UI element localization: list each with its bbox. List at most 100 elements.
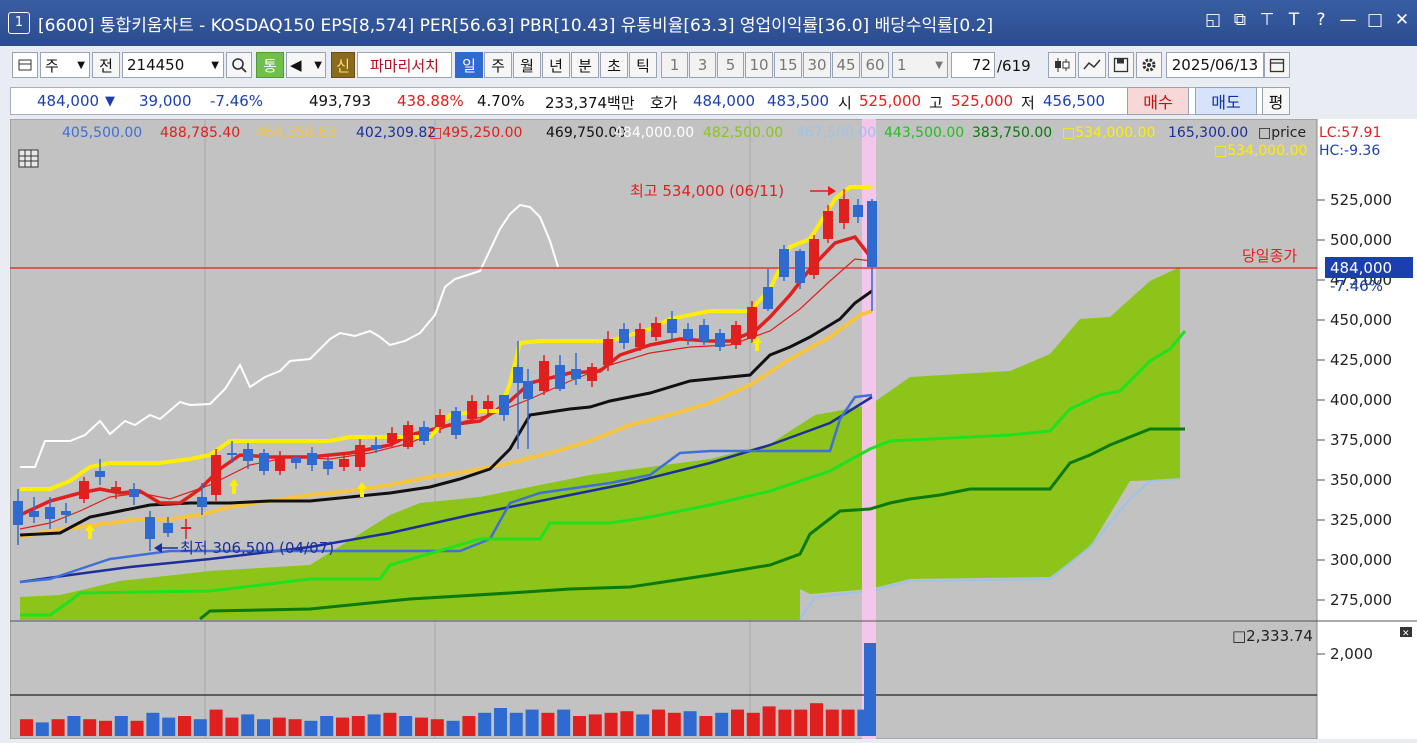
period-month-tab[interactable]: 월 bbox=[513, 52, 541, 78]
candle-body bbox=[571, 369, 581, 379]
font-icon[interactable]: T bbox=[1285, 10, 1303, 30]
volume-bar bbox=[794, 709, 808, 736]
high-label: 고 bbox=[929, 94, 943, 112]
period-second-tab[interactable]: 초 bbox=[600, 52, 628, 78]
line-tool-icon[interactable] bbox=[1078, 52, 1106, 78]
candle-body bbox=[667, 319, 677, 333]
title-bar: 1 [6600] 통합키움차트 - KOSDAQ150 EPS[8,574] P… bbox=[0, 0, 1417, 46]
minute-60-button[interactable]: 60 bbox=[861, 52, 889, 78]
axis-tick-label: 350,000 bbox=[1330, 471, 1392, 489]
current-pct-tag: -7.46% bbox=[1330, 277, 1383, 295]
volume-bar bbox=[20, 719, 33, 736]
chart-list-icon[interactable] bbox=[18, 149, 39, 168]
all-button[interactable]: 전 bbox=[92, 52, 120, 78]
close-icon[interactable]: ✕ bbox=[1393, 10, 1411, 30]
volume-bar bbox=[114, 716, 128, 736]
integrated-button[interactable]: 통 bbox=[256, 52, 284, 78]
search-icon[interactable] bbox=[226, 52, 252, 78]
calendar-icon[interactable] bbox=[1264, 52, 1290, 78]
volume-bar bbox=[604, 712, 618, 736]
volume-bar bbox=[320, 716, 334, 736]
period-year-tab[interactable]: 년 bbox=[542, 52, 570, 78]
sound-icon[interactable]: ◀︎ ▼ bbox=[286, 52, 326, 78]
volume-bar bbox=[573, 716, 586, 736]
period-minute-tab[interactable]: 분 bbox=[571, 52, 599, 78]
candle-body bbox=[129, 489, 139, 497]
minute-10-button[interactable]: 10 bbox=[745, 52, 773, 78]
volume-bar bbox=[652, 709, 665, 736]
volume-bar bbox=[272, 717, 286, 736]
volume-bar bbox=[509, 712, 523, 736]
candle-body bbox=[291, 457, 301, 463]
candle-body bbox=[513, 367, 523, 383]
price-chart[interactable]: 405,500.00 488,785.40 464,358.63 402,309.82… bbox=[9, 118, 1417, 740]
new-badge[interactable]: 신 bbox=[331, 52, 355, 78]
candle-body bbox=[211, 455, 221, 495]
volume-bar bbox=[415, 717, 428, 736]
candle-body bbox=[95, 471, 105, 477]
date-input[interactable]: 2025/06/13 bbox=[1166, 52, 1264, 78]
chart-area[interactable]: 405,500.00 488,785.40 464,358.63 402,309.82… bbox=[9, 118, 1417, 740]
volume-bar bbox=[288, 719, 302, 736]
volume-bar bbox=[99, 720, 112, 736]
candle-body bbox=[323, 461, 333, 469]
tile-icon[interactable]: ⧉ bbox=[1231, 10, 1249, 30]
candle-body bbox=[523, 381, 533, 399]
candle-body bbox=[699, 325, 709, 341]
candle-body bbox=[307, 453, 317, 465]
minute-15-button[interactable]: 15 bbox=[774, 52, 802, 78]
speaker-icon: ◀︎ bbox=[290, 56, 302, 74]
save-icon[interactable] bbox=[1108, 52, 1134, 78]
lc-value: LC:57.91 bbox=[1319, 125, 1381, 141]
candle-body bbox=[181, 527, 191, 529]
market-select[interactable]: 주 ▼ bbox=[40, 52, 90, 78]
minimize-icon[interactable]: — bbox=[1339, 10, 1357, 30]
volume-bar bbox=[746, 712, 760, 736]
axis-tick-label: 450,000 bbox=[1330, 311, 1392, 329]
period-day-tab[interactable]: 일 bbox=[455, 52, 483, 78]
period-tick-tab[interactable]: 틱 bbox=[629, 52, 657, 78]
pin-icon[interactable]: ⊤ bbox=[1258, 10, 1276, 30]
minute-30-button[interactable]: 30 bbox=[803, 52, 831, 78]
candle-body bbox=[853, 205, 863, 217]
legend-value: 467,500.00 bbox=[796, 125, 876, 141]
volume-bar bbox=[304, 720, 318, 736]
volume-bar bbox=[620, 711, 634, 736]
stock-code-value: 214450 bbox=[127, 56, 185, 74]
legend-value: 383,750.00 bbox=[972, 125, 1052, 141]
minute-5-button[interactable]: 5 bbox=[717, 52, 744, 78]
legend-value: 482,500.00 bbox=[703, 125, 783, 141]
quote-bar: 484,000 ▼ 39,000 -7.46% 493,793 438.88% … bbox=[10, 87, 1290, 115]
volume-bar bbox=[225, 717, 239, 736]
sell-button[interactable]: 매도 bbox=[1195, 87, 1257, 115]
open-label: 시 bbox=[838, 94, 852, 112]
gear-icon[interactable] bbox=[1136, 52, 1162, 78]
eval-button[interactable]: 평 bbox=[1262, 87, 1290, 115]
stock-code-input[interactable]: 214450 ▼ bbox=[122, 52, 224, 78]
candle-type-icon[interactable] bbox=[1048, 52, 1076, 78]
minute-45-button[interactable]: 45 bbox=[832, 52, 860, 78]
minute-3-button[interactable]: 3 bbox=[689, 52, 716, 78]
axis-tick-label: 500,000 bbox=[1330, 231, 1392, 249]
legend-value: 443,500.00 bbox=[884, 125, 964, 141]
candle-body bbox=[355, 445, 365, 467]
maximize-icon[interactable]: □ bbox=[1366, 10, 1384, 30]
period-week-tab[interactable]: 주 bbox=[484, 52, 512, 78]
chart-menu-icon[interactable] bbox=[12, 52, 38, 78]
buy-button[interactable]: 매수 bbox=[1127, 87, 1189, 115]
count-select[interactable]: 1 ▼ bbox=[892, 52, 948, 78]
help-icon[interactable]: ? bbox=[1312, 10, 1330, 30]
candle-body bbox=[45, 507, 55, 519]
candle-body bbox=[747, 307, 757, 339]
high-annotation: 최고 534,000 (06/11) bbox=[630, 182, 784, 200]
volume-bar bbox=[146, 712, 160, 736]
candle-body bbox=[259, 453, 269, 471]
chevron-down-icon: ▼ bbox=[211, 59, 219, 71]
layout-icon[interactable]: ◱ bbox=[1204, 10, 1222, 30]
volume-bar bbox=[35, 722, 49, 736]
bars-shown-input[interactable]: 72 bbox=[951, 52, 995, 78]
pane-close-icon-glyph: ✕ bbox=[1402, 629, 1410, 639]
price-change-pct: -7.46% bbox=[210, 92, 264, 110]
minute-1-button[interactable]: 1 bbox=[661, 52, 688, 78]
candle-body bbox=[779, 249, 789, 277]
